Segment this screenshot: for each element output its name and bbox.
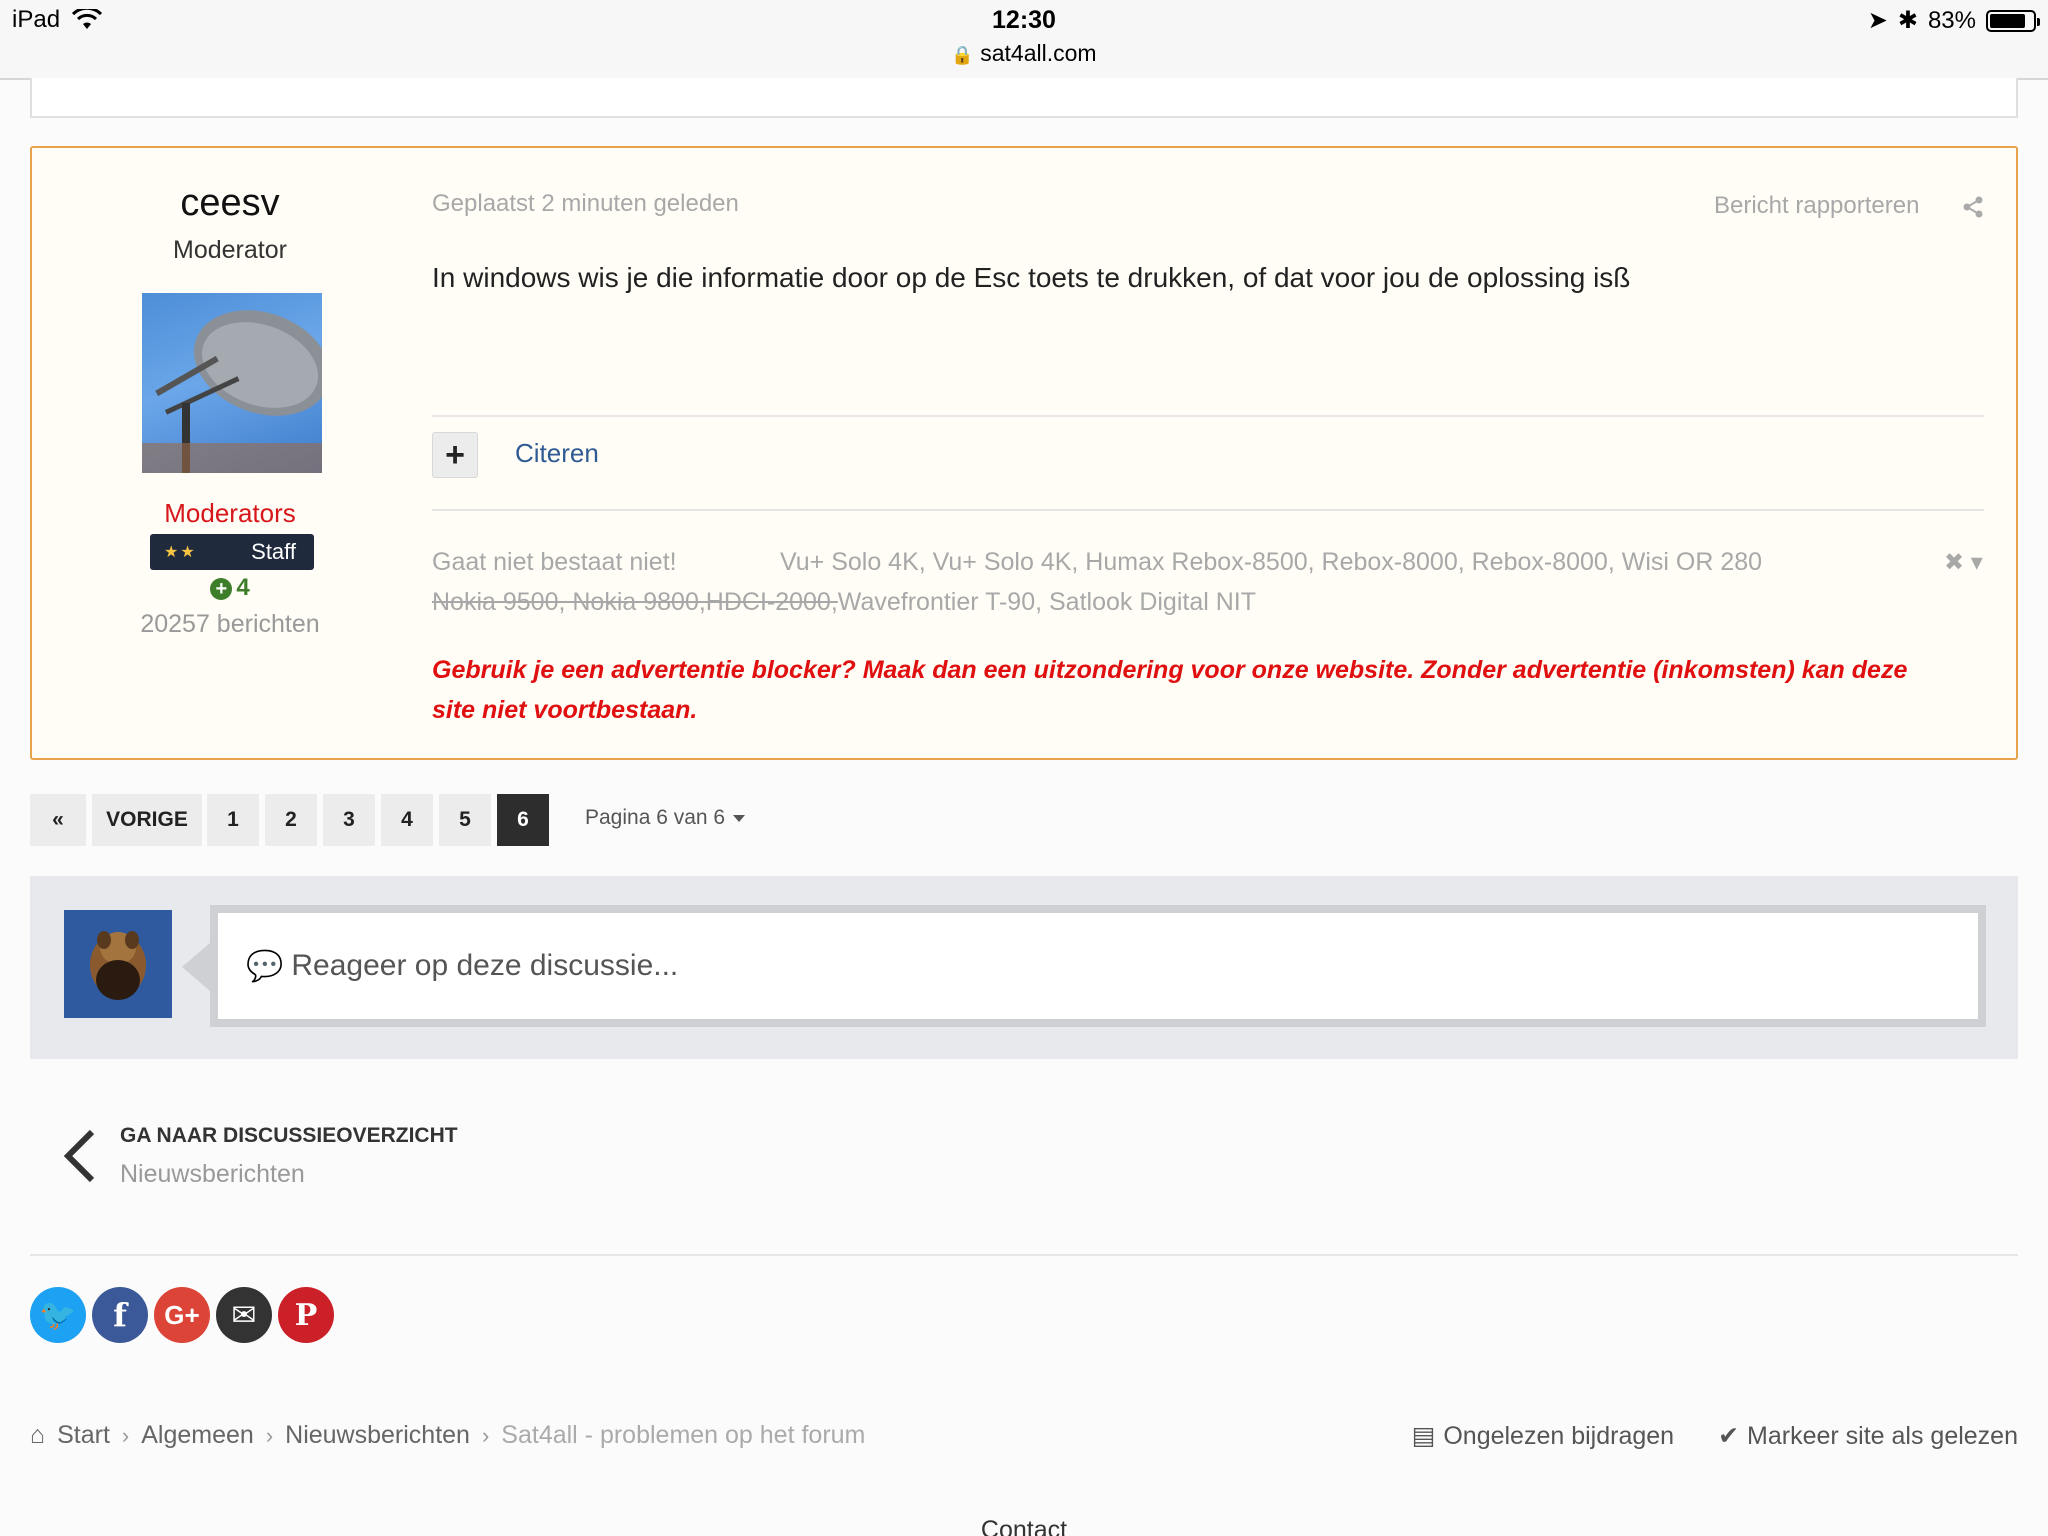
signature-current-equipment: Wavefrontier T-90, Satlook Digital NIT	[837, 588, 1257, 616]
battery-fill	[1990, 13, 2025, 28]
comment-icon: 💬	[246, 949, 284, 983]
page-jump-dropdown[interactable]: Pagina 6 van 6	[585, 806, 746, 830]
signature-hide-icon[interactable]: ✖ ▾	[1944, 548, 1983, 577]
posted-time[interactable]: Geplaatst 2 minuten geleden	[432, 190, 739, 218]
author-title: Moderator	[173, 236, 287, 264]
back-to-topics-link[interactable]: GA NAAR DISCUSSIEOVERZICHT	[120, 1124, 458, 1148]
pinterest-icon: P	[294, 1297, 318, 1333]
page-2-button[interactable]: 2	[265, 794, 317, 846]
chevron-right-icon: ›	[481, 1422, 490, 1448]
multiquote-button[interactable]: +	[432, 432, 478, 478]
signature-line-1: Gaat niet bestaat niet!	[432, 548, 677, 576]
caret-down-icon	[733, 814, 746, 822]
mark-site-read-label: Markeer site als gelezen	[1747, 1421, 2018, 1450]
plus-circle-icon: +	[210, 577, 233, 600]
reputation: +4	[30, 574, 430, 602]
google-plus-icon: G+	[164, 1299, 200, 1330]
facebook-share-button[interactable]: f	[92, 1287, 148, 1343]
email-share-button[interactable]: ✉	[216, 1287, 272, 1343]
staff-badge: ★★ Staff	[150, 534, 314, 570]
divider	[432, 509, 1984, 511]
page-3-button[interactable]: 3	[323, 794, 375, 846]
post-count: 20257 berichten	[140, 610, 320, 638]
email-icon: ✉	[231, 1298, 257, 1332]
footer-actions: ▤ Ongelezen bijdragen ✔ Markeer site als g…	[1412, 1421, 2018, 1451]
twitter-share-button[interactable]: 🐦	[30, 1287, 86, 1343]
satellite-dish-image	[142, 310, 322, 473]
location-icon: ➤	[1867, 7, 1888, 34]
current-user-avatar	[64, 910, 172, 1018]
status-right: ➤ ✱ 83%	[1867, 6, 2040, 35]
chevron-left-icon[interactable]	[58, 1128, 102, 1184]
breadcrumb: ⌂ Start › Algemeen › Nieuwsberichten › S…	[30, 1421, 865, 1450]
check-icon: ✔	[1718, 1422, 1740, 1450]
page-1-button[interactable]: 1	[207, 794, 259, 846]
back-to-forum-name[interactable]: Nieuwsberichten	[120, 1160, 305, 1189]
breadcrumb-nieuwsberichten[interactable]: Nieuwsberichten	[285, 1421, 470, 1450]
author-group: Moderators	[164, 498, 296, 528]
contact-link[interactable]: Contact	[0, 1516, 2048, 1536]
page-4-button[interactable]: 4	[381, 794, 433, 846]
facebook-icon: f	[113, 1296, 127, 1334]
previous-page-button[interactable]: VORIGE	[92, 794, 202, 846]
share-icon[interactable]	[1962, 196, 1984, 218]
breadcrumb-algemeen[interactable]: Algemeen	[141, 1421, 254, 1450]
reply-input[interactable]: 💬 Reageer op deze discussie...	[210, 905, 1986, 1027]
google-plus-share-button[interactable]: G+	[154, 1287, 210, 1343]
reply-pointer	[182, 943, 210, 991]
address-bar[interactable]: 🔒 sat4all.com	[0, 40, 2048, 67]
dog-photo-image	[64, 910, 172, 1018]
battery-percent: 83%	[1927, 6, 1976, 34]
unread-content-link[interactable]: ▤ Ongelezen bijdragen	[1412, 1421, 1674, 1451]
signature-old-equipment: Nokia 9500, Nokia 9800,HDCI-2000,	[432, 588, 838, 616]
signature-equipment: Vu+ Solo 4K, Vu+ Solo 4K, Humax Rebox-85…	[780, 548, 1763, 576]
chevron-right-icon: ›	[121, 1422, 130, 1448]
page-info-label: Pagina 6 van 6	[585, 806, 726, 829]
staff-badge-label: Staff	[251, 539, 296, 564]
twitter-icon: 🐦	[39, 1298, 77, 1332]
lock-icon: 🔒	[951, 45, 974, 65]
post-content: In windows wis je die informatie door op…	[432, 262, 1631, 293]
home-icon: ⌂	[30, 1421, 46, 1449]
bluetooth-icon: ✱	[1897, 7, 1918, 34]
chevron-right-icon: ›	[265, 1422, 274, 1448]
previous-post-bottom	[30, 78, 2018, 118]
newspaper-icon: ▤	[1411, 1422, 1436, 1450]
reply-placeholder: Reageer op deze discussie...	[291, 949, 679, 982]
pinterest-share-button[interactable]: P	[278, 1287, 334, 1343]
divider	[30, 1254, 2018, 1256]
url-text: sat4all.com	[980, 40, 1097, 66]
battery-icon	[1986, 9, 2040, 32]
first-page-button[interactable]: «	[30, 794, 86, 846]
breadcrumb-start[interactable]: Start	[57, 1421, 110, 1450]
ad-blocker-warning: Gebruik je een advertentie blocker? Maak…	[432, 656, 1908, 724]
page-6-button[interactable]: 6	[497, 794, 549, 846]
star-icon: ★★	[164, 544, 197, 561]
mark-site-read-link[interactable]: ✔ Markeer site als gelezen	[1718, 1421, 2018, 1451]
status-time: 12:30	[992, 6, 1056, 34]
signature-line-2: Nokia 9500, Nokia 9800,HDCI-2000,Wavefro…	[432, 588, 1256, 617]
page-5-button[interactable]: 5	[439, 794, 491, 846]
breadcrumb-current-topic: Sat4all - problemen op het forum	[501, 1421, 866, 1449]
reputation-value: 4	[236, 574, 250, 601]
unread-content-label: Ongelezen bijdragen	[1443, 1421, 1675, 1450]
author-avatar[interactable]	[142, 293, 322, 473]
divider	[432, 415, 1984, 417]
report-link[interactable]: Bericht rapporteren	[1714, 192, 1919, 220]
quote-link[interactable]: Citeren	[515, 438, 599, 469]
author-name[interactable]: ceesv	[30, 182, 430, 225]
